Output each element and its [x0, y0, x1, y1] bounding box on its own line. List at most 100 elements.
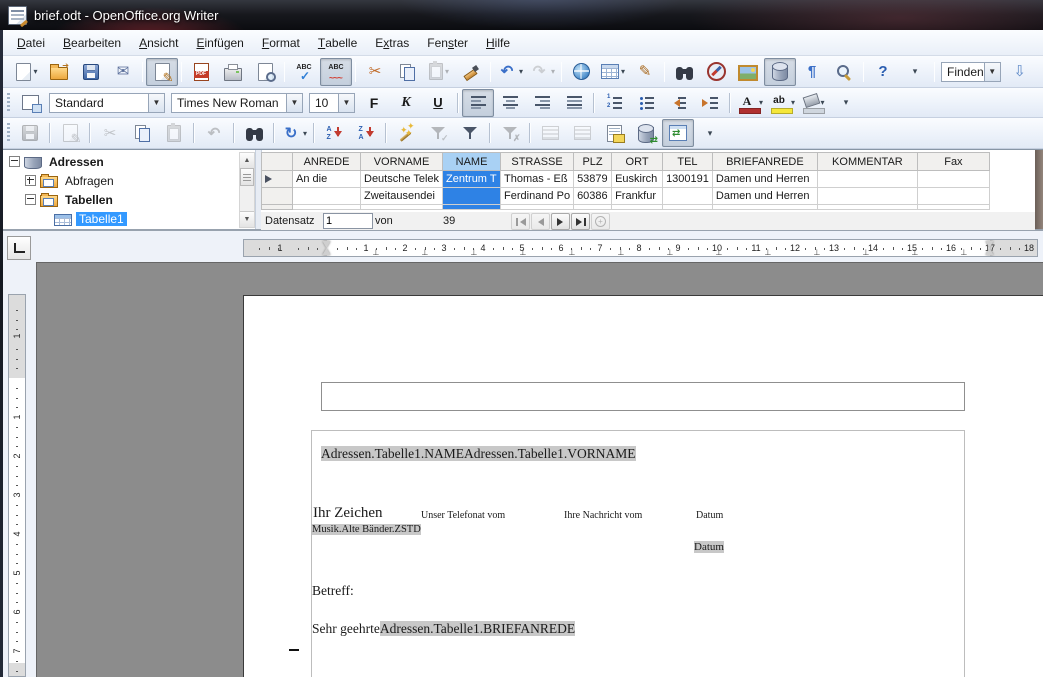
- font-name-dropdown-icon[interactable]: ▼: [286, 94, 302, 112]
- find-text-combo[interactable]: Finden▼: [941, 62, 1001, 82]
- copy-record-button[interactable]: [126, 119, 158, 147]
- background-color-button[interactable]: ▾: [798, 89, 830, 117]
- toolbar-grip[interactable]: [7, 93, 10, 113]
- increase-indent-button[interactable]: [694, 89, 726, 117]
- undo-button[interactable]: ↶▾: [494, 58, 526, 86]
- column-header-anrede[interactable]: ANREDE: [293, 153, 361, 171]
- grid-vertical-scrollbar[interactable]: [1035, 150, 1043, 229]
- formatting-marks-button[interactable]: ¶: [796, 58, 828, 86]
- font-color-dropdown-icon[interactable]: ▾: [759, 98, 763, 107]
- find-record-button[interactable]: [238, 119, 270, 147]
- vertical-ruler[interactable]: 11234567: [8, 294, 26, 677]
- grid-cell[interactable]: [443, 188, 501, 205]
- expand-icon[interactable]: [25, 175, 36, 186]
- refresh-dropdown-icon[interactable]: ▾: [303, 129, 307, 138]
- align-left-button[interactable]: [462, 89, 494, 117]
- sort-ascending-button[interactable]: AZ: [318, 119, 350, 147]
- gallery-button[interactable]: [732, 58, 764, 86]
- grid-cell[interactable]: [501, 205, 574, 210]
- collapse-icon[interactable]: [9, 156, 20, 167]
- grid-cell[interactable]: Zentrum T: [443, 171, 501, 188]
- open-button[interactable]: [43, 58, 75, 86]
- mail-merge-button[interactable]: [598, 119, 630, 147]
- grid-cell[interactable]: [917, 205, 989, 210]
- grid-cell[interactable]: 1300191: [663, 171, 713, 188]
- grid-cell[interactable]: Damen und Herren: [712, 171, 817, 188]
- sender-frame[interactable]: [321, 382, 965, 411]
- highlighting-dropdown-icon[interactable]: ▾: [791, 98, 795, 107]
- menu-item-einfügen[interactable]: Einfügen: [187, 30, 252, 55]
- current-record-input[interactable]: [323, 213, 373, 229]
- tab-stop-type-button[interactable]: [7, 236, 31, 260]
- standard-overflow-button[interactable]: ▾: [899, 58, 931, 86]
- align-right-button[interactable]: [526, 89, 558, 117]
- styles-window-button[interactable]: [14, 89, 46, 117]
- grid-cell[interactable]: [663, 188, 713, 205]
- paragraph-style-combo[interactable]: Standard▼: [49, 93, 165, 113]
- tree-item-adressen[interactable]: Adressen: [3, 152, 239, 171]
- column-header-tel[interactable]: TEL: [663, 153, 713, 171]
- grid-cell[interactable]: [817, 205, 917, 210]
- menu-item-fenster[interactable]: Fenster: [418, 30, 477, 55]
- find-text-dropdown-icon[interactable]: ▼: [984, 63, 1000, 81]
- grid-cell[interactable]: 53879: [574, 171, 612, 188]
- find-next-button[interactable]: ⇩: [1004, 58, 1036, 86]
- column-header-vorname[interactable]: VORNAME: [361, 153, 443, 171]
- document-page[interactable]: Adressen.Tabelle1.NAMEAdressen.Tabelle1.…: [243, 295, 1043, 677]
- underline-button[interactable]: U: [422, 89, 454, 117]
- collapse-icon[interactable]: [25, 194, 36, 205]
- export-pdf-button[interactable]: PDF: [185, 58, 217, 86]
- menu-item-format[interactable]: Format: [253, 30, 309, 55]
- grid-cell[interactable]: Ferdinand Po: [501, 188, 574, 205]
- left-margin-icon[interactable]: [323, 241, 332, 255]
- bold-button[interactable]: F: [358, 89, 390, 117]
- grid-cell[interactable]: [817, 188, 917, 205]
- column-header-plz[interactable]: PLZ: [574, 153, 612, 171]
- standard-filter-button[interactable]: [454, 119, 486, 147]
- menu-item-tabelle[interactable]: Tabelle: [309, 30, 366, 55]
- data-sources-button[interactable]: [764, 58, 796, 86]
- font-name-combo[interactable]: Times New Roman▼: [171, 93, 303, 113]
- font-size-dropdown-icon[interactable]: ▼: [338, 94, 354, 112]
- grid-corner-header[interactable]: [262, 153, 293, 171]
- decrease-indent-button[interactable]: [662, 89, 694, 117]
- grid-cell[interactable]: Frankfur: [612, 188, 663, 205]
- spelling-button[interactable]: ABC: [288, 58, 320, 86]
- grid-cell[interactable]: [443, 205, 501, 210]
- grid-cell[interactable]: [293, 188, 361, 205]
- column-header-kommentar[interactable]: KOMMENTAR: [817, 153, 917, 171]
- grid-cell[interactable]: [361, 205, 443, 210]
- column-header-strasse[interactable]: STRASSE: [501, 153, 574, 171]
- sort-descending-button[interactable]: ZA: [350, 119, 382, 147]
- row-header[interactable]: [262, 171, 293, 188]
- save-button[interactable]: [75, 58, 107, 86]
- edit-file-button[interactable]: [146, 58, 178, 86]
- find-replace-button[interactable]: [668, 58, 700, 86]
- navigator-button[interactable]: [700, 58, 732, 86]
- grid-cell[interactable]: [293, 205, 361, 210]
- grid-cell[interactable]: 60386: [574, 188, 612, 205]
- explorer-on-off-button[interactable]: [662, 119, 694, 147]
- justified-button[interactable]: [558, 89, 590, 117]
- cut-button[interactable]: ✂: [359, 58, 391, 86]
- column-header-briefanrede[interactable]: BRIEFANREDE: [712, 153, 817, 171]
- document-as-email-button[interactable]: ✉: [107, 58, 139, 86]
- zoom-button[interactable]: [828, 58, 860, 86]
- highlighting-button[interactable]: ab▾: [766, 89, 798, 117]
- tree-item-abfragen[interactable]: Abfragen: [3, 171, 239, 190]
- paste-dropdown-icon[interactable]: ▾: [445, 67, 449, 76]
- refresh-button[interactable]: ↻▾: [278, 119, 310, 147]
- clone-formatting-button[interactable]: [455, 58, 487, 86]
- help-button[interactable]: ?: [867, 58, 899, 86]
- column-header-fax[interactable]: Fax: [917, 153, 989, 171]
- grid-cell[interactable]: Deutsche Telek: [361, 171, 443, 188]
- redo-dropdown-icon[interactable]: ▾: [551, 67, 555, 76]
- grid-cell[interactable]: [663, 205, 713, 210]
- grid-cell[interactable]: Zweitausendei: [361, 188, 443, 205]
- column-header-name[interactable]: NAME: [443, 153, 501, 171]
- bullet-list-button[interactable]: [630, 89, 662, 117]
- title-bar[interactable]: brief.odt - OpenOffice.org Writer: [0, 0, 1043, 30]
- font-size-combo[interactable]: 10▼: [309, 93, 355, 113]
- table-button[interactable]: ▾: [597, 58, 629, 86]
- paragraph-style-dropdown-icon[interactable]: ▼: [148, 94, 164, 112]
